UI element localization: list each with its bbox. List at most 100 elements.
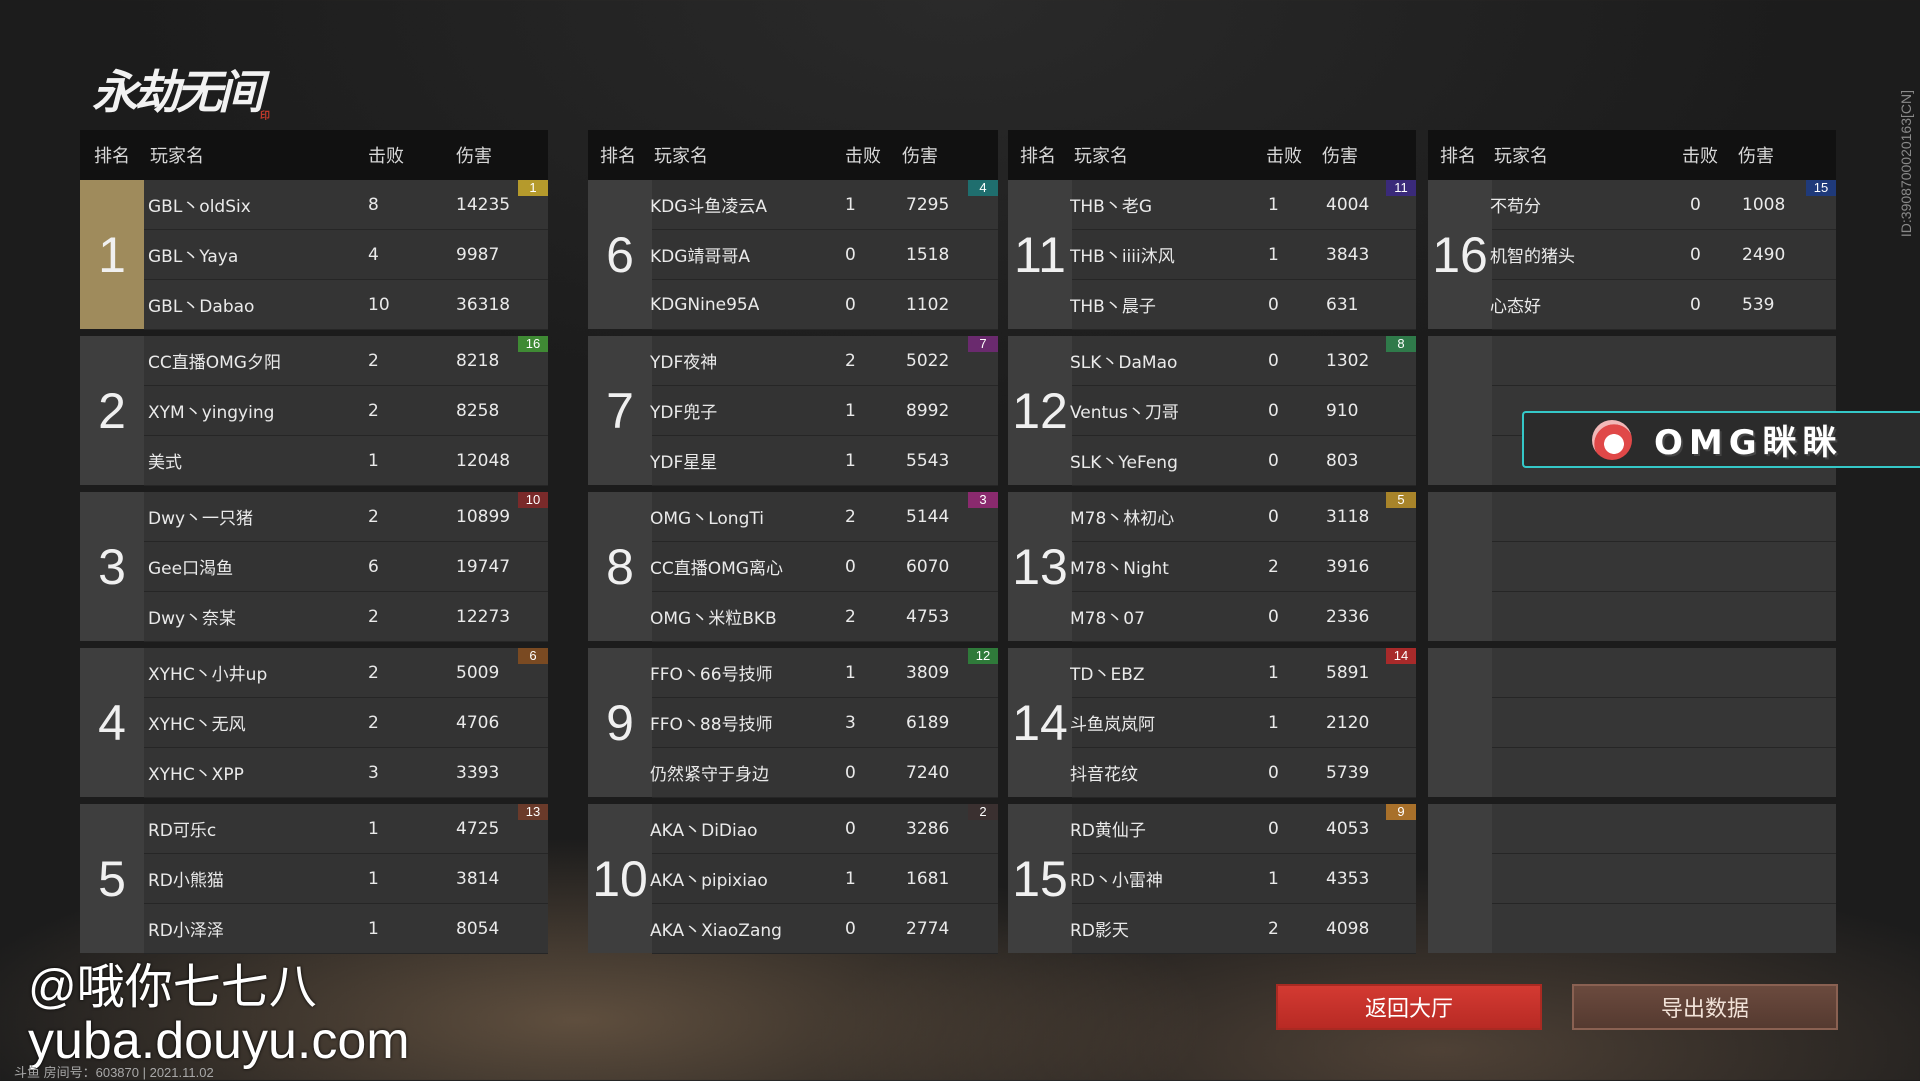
- player-kills: 1: [845, 868, 856, 889]
- player-damage: 1681: [906, 868, 950, 889]
- player-damage: 3393: [456, 762, 500, 783]
- player-row: Dwy丶一只猪 2 10899: [144, 492, 548, 542]
- team-rank: 14: [1008, 648, 1072, 797]
- team-players: [1492, 492, 1836, 641]
- team-rank: 6: [588, 180, 652, 329]
- player-kills: 0: [1268, 350, 1279, 371]
- player-row: 心态好 0 539: [1490, 280, 1836, 330]
- player-name: 不苟分: [1490, 197, 1541, 217]
- player-row: THB丶晨子 0 631: [1070, 280, 1416, 330]
- team-players: XYHC丶小井up 2 5009 XYHC丶无风 2 4706 XYHC丶XPP 3 3393 6: [144, 648, 548, 798]
- player-damage: 3286: [906, 818, 950, 839]
- player-name: YDF星星: [650, 453, 718, 473]
- team-rank: [1428, 648, 1492, 797]
- team-rank: 5: [80, 804, 144, 953]
- player-row: Gee口渴鱼 6 19747: [144, 542, 548, 592]
- player-kills: 2: [1268, 556, 1279, 577]
- kills-header: 击败: [1266, 146, 1302, 167]
- player-row: OMG丶LongTi 2 5144: [650, 492, 998, 542]
- player-kills: 3: [368, 762, 379, 783]
- team-number-badge: 5: [1386, 492, 1416, 508]
- player-damage: 2336: [1326, 606, 1370, 627]
- player-damage: 12048: [456, 450, 511, 471]
- player-row: [1492, 904, 1836, 953]
- player-name: THB丶iiii沐风: [1070, 247, 1175, 267]
- player-row: 斗鱼岚岚阿 1 2120: [1070, 698, 1416, 748]
- player-row: RD黄仙子 0 4053: [1070, 804, 1416, 854]
- player-row: AKA丶XiaoZang 0 2774: [650, 904, 998, 954]
- player-damage: 3843: [1326, 244, 1370, 265]
- player-row: Ventus丶刀哥 0 910: [1070, 386, 1416, 436]
- player-row: RD影天 2 4098: [1070, 904, 1416, 954]
- player-row: [1492, 492, 1836, 542]
- player-row: YDF兜子 1 8992: [650, 386, 998, 436]
- player-row: M78丶林初心 0 3118: [1070, 492, 1416, 542]
- player-name: RD小泽泽: [148, 921, 224, 941]
- player-kills: 1: [1268, 194, 1279, 215]
- logo-seal: 印: [260, 111, 270, 122]
- player-row: [1492, 592, 1836, 641]
- player-name: XYHC丶无风: [148, 715, 246, 735]
- return-lobby-button[interactable]: 返回大厅: [1276, 984, 1542, 1030]
- player-name: RD影天: [1070, 921, 1129, 941]
- team-number-badge: 16: [518, 336, 548, 352]
- player-damage: 1102: [906, 294, 950, 315]
- team-players: Dwy丶一只猪 2 10899 Gee口渴鱼 6 19747 Dwy丶奈某 2 12273 10: [144, 492, 548, 642]
- player-name: THB丶老G: [1070, 197, 1153, 217]
- player-row: FFO丶88号技师 3 6189: [650, 698, 998, 748]
- player-kills: 2: [368, 712, 379, 733]
- player-name: KDG靖哥哥A: [650, 247, 751, 267]
- player-kills: 0: [1268, 606, 1279, 627]
- team-rank: 13: [1008, 492, 1072, 641]
- player-damage: 7295: [906, 194, 950, 215]
- rank-header: 排名: [94, 146, 130, 167]
- streamer-name: OMG眯眯: [1654, 423, 1843, 463]
- rank-header: 排名: [600, 146, 636, 167]
- player-damage: 36318: [456, 294, 511, 315]
- player-row: OMG丶米粒BKB 2 4753: [650, 592, 998, 642]
- scoreboard-column-3: 排名 玩家名 击败 伤害 11 THB丶老G 1 4004 THB丶iiii沐风 1 3843 THB…: [1008, 130, 1416, 954]
- player-row: [1492, 542, 1836, 592]
- empty-team-slot: [1428, 648, 1836, 797]
- player-damage: 6070: [906, 556, 950, 577]
- team-group: 14 TD丶EBZ 1 5891 斗鱼岚岚阿 1 2120 抖音花纹 0 5739 14: [1008, 648, 1416, 798]
- player-kills: 1: [368, 868, 379, 889]
- player-damage: 5739: [1326, 762, 1370, 783]
- team-players: AKA丶DiDiao 0 3286 AKA丶pipixiao 1 1681 AKA丶Xiao…: [650, 804, 998, 954]
- team-rank: 1: [80, 180, 144, 329]
- team-group: 12 SLK丶DaMao 0 1302 Ventus丶刀哥 0 910 SLK丶YeFeng 0…: [1008, 336, 1416, 486]
- team-group: 4 XYHC丶小井up 2 5009 XYHC丶无风 2 4706 XYHC丶XPP 3 3393…: [80, 648, 548, 798]
- kills-header: 击败: [368, 146, 404, 167]
- player-row: 不苟分 0 1008: [1490, 180, 1836, 230]
- player-kills: 0: [1690, 194, 1701, 215]
- player-damage: 3916: [1326, 556, 1370, 577]
- player-row: GBL丶oldSix 8 14235: [144, 180, 548, 230]
- player-name: RD丶小雷神: [1070, 871, 1163, 891]
- team-players: CC直播OMG夕阳 2 8218 XYM丶yingying 2 8258 美式 1 12048 1…: [144, 336, 548, 486]
- player-kills: 1: [1268, 662, 1279, 683]
- team-group: 15 RD黄仙子 0 4053 RD丶小雷神 1 4353 RD影天 2 4098 9: [1008, 804, 1416, 954]
- player-kills: 1: [1268, 244, 1279, 265]
- export-data-button[interactable]: 导出数据: [1572, 984, 1838, 1030]
- team-number-badge: 9: [1386, 804, 1416, 820]
- player-name: AKA丶XiaoZang: [650, 921, 782, 941]
- player-kills: 0: [1268, 450, 1279, 471]
- player-damage: 910: [1326, 400, 1359, 421]
- player-name: OMG丶米粒BKB: [650, 609, 777, 629]
- column-header: 排名 玩家名 击败 伤害: [1008, 130, 1416, 180]
- player-kills: 1: [845, 662, 856, 683]
- team-players: SLK丶DaMao 0 1302 Ventus丶刀哥 0 910 SLK丶YeFeng 0 80…: [1070, 336, 1416, 486]
- player-row: [1492, 854, 1836, 904]
- damage-header: 伤害: [1322, 146, 1358, 167]
- team-rank: 8: [588, 492, 652, 641]
- player-name: Dwy丶奈某: [148, 609, 237, 629]
- player-name: AKA丶pipixiao: [650, 871, 768, 891]
- team-players: FFO丶66号技师 1 3809 FFO丶88号技师 3 6189 仍然紧守于身边 0 7240…: [650, 648, 998, 798]
- player-name: M78丶林初心: [1070, 509, 1175, 529]
- player-row: CC直播OMG夕阳 2 8218: [144, 336, 548, 386]
- player-name: RD小熊猫: [148, 871, 224, 891]
- player-damage: 5543: [906, 450, 950, 471]
- player-damage: 1518: [906, 244, 950, 265]
- player-kills: 2: [845, 606, 856, 627]
- player-damage: 3809: [906, 662, 950, 683]
